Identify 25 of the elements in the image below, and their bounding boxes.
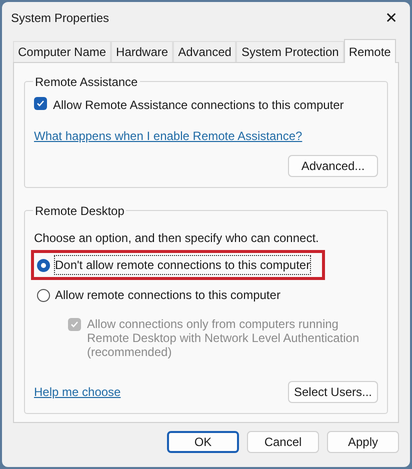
radio-button[interactable] (37, 258, 50, 272)
checkbox[interactable] (34, 97, 47, 110)
radio-label: Allow remote connections to this computer (55, 287, 280, 304)
window-title: System Properties (11, 10, 110, 27)
group-title: Remote Desktop (33, 203, 126, 219)
dialog-button[interactable]: Cancel (247, 431, 319, 453)
instruction-text: Choose an option, and then specify who can connect. (34, 230, 320, 247)
dialog-button[interactable]: Advanced... (288, 155, 378, 177)
radio-button[interactable] (37, 288, 50, 302)
radio-label: Don't allow remote connections to this computer (55, 256, 310, 274)
tab[interactable]: Advanced (173, 41, 236, 62)
dialog-button[interactable]: Apply (327, 431, 399, 453)
checkbox-label: Allow connections only from computers running Remote Desktop with Network Level Authentication (recommended) (87, 317, 360, 359)
help-link[interactable]: What happens when I enable Remote Assistance? (34, 127, 378, 145)
close-button[interactable]: ✕ (385, 10, 398, 26)
checkbox-label: Allow Remote Assistance connections to this computer (53, 97, 344, 114)
tab[interactable]: Computer Name (13, 41, 112, 62)
tab[interactable]: System Protection (236, 41, 344, 62)
help-link[interactable]: Help me choose (34, 383, 121, 401)
dialog-button[interactable]: Select Users... (288, 381, 378, 403)
tab[interactable]: Remote (344, 39, 396, 63)
tab[interactable]: Hardware (111, 41, 174, 62)
dialog-button[interactable]: OK (167, 431, 239, 453)
checkmark-icon (36, 99, 45, 108)
checkmark-icon (70, 320, 79, 329)
